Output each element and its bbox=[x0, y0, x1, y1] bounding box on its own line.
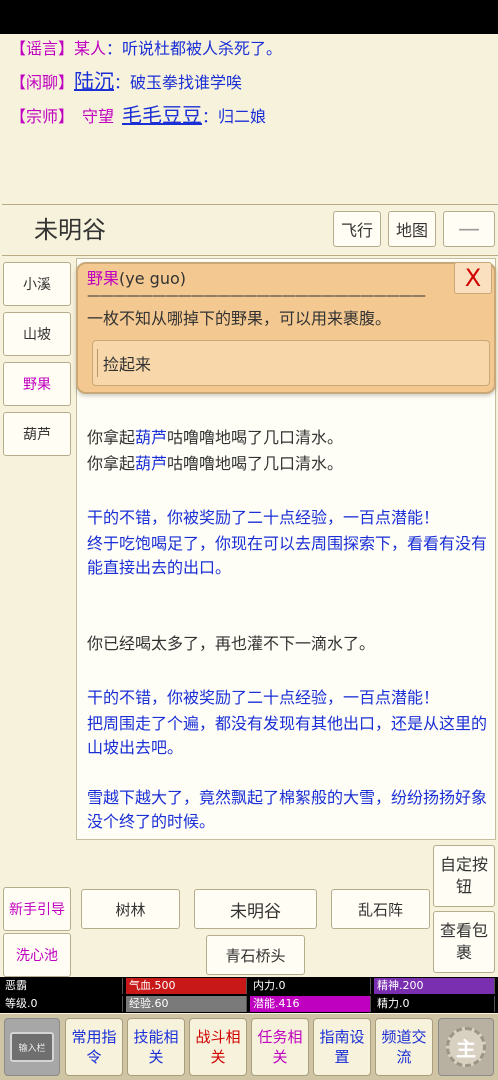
nav-skills[interactable]: 技能相关 bbox=[127, 1018, 185, 1076]
chat-speaker[interactable]: 毛毛豆豆 bbox=[122, 103, 202, 127]
stat-cell: 精神.200 bbox=[374, 978, 495, 994]
inventory-button[interactable]: 查看包裹 bbox=[433, 911, 495, 973]
chat-message: 归二娘 bbox=[218, 107, 267, 126]
stat-cell: 经验.60 bbox=[126, 996, 247, 1012]
stat-cell: 等级.0 bbox=[2, 996, 123, 1012]
item-link[interactable]: 葫芦 bbox=[135, 428, 167, 447]
nav-combat[interactable]: 战斗相关 bbox=[189, 1018, 247, 1076]
nav-quests[interactable]: 任务相关 bbox=[251, 1018, 309, 1076]
custom-button[interactable]: 自定按钮 bbox=[433, 845, 495, 907]
sidebar-item-yeguo[interactable]: 野果 bbox=[3, 362, 71, 406]
exit-center-button[interactable]: 未明谷 bbox=[194, 889, 317, 929]
chat-speaker[interactable]: 某人 bbox=[74, 39, 106, 58]
nav-guide-settings[interactable]: 指南设置 bbox=[313, 1018, 371, 1076]
sidebar-item-xiaoxi[interactable]: 小溪 bbox=[3, 262, 71, 306]
map-button[interactable]: 地图 bbox=[388, 211, 436, 247]
chat-title: 守望 bbox=[82, 107, 115, 126]
item-description: 一枚不知从哪掉下的野果，可以用来裹腹。 bbox=[87, 309, 392, 328]
keyboard-icon: 输入栏 bbox=[10, 1032, 54, 1062]
popup-title: 野果(ye guo) bbox=[87, 268, 186, 290]
exit-south-button[interactable]: 青石桥头 bbox=[206, 935, 305, 975]
item-id: (ye guo) bbox=[119, 269, 186, 288]
chat-line: 【闲聊】陆沉：破玉拳找谁学唉 bbox=[10, 70, 242, 94]
exit-west-button[interactable]: 树林 bbox=[81, 889, 180, 929]
channel-tag: 【闲聊】 bbox=[10, 73, 75, 92]
master-icon: 主 bbox=[446, 1027, 486, 1067]
log-line: 你已经喝太多了，再也灌不下一滴水了。 bbox=[87, 634, 376, 653]
log-line: 你拿起葫芦咕噜噜地喝了几口清水。 bbox=[87, 454, 344, 473]
item-link[interactable]: 葫芦 bbox=[135, 454, 167, 473]
chat-line: 【谣言】某人：听说杜都被人杀死了。 bbox=[10, 38, 282, 60]
chat-message: 破玉拳找谁学唉 bbox=[130, 73, 243, 92]
log-line: 干的不错，你被奖励了二十点经验，一百点潜能！ bbox=[87, 688, 440, 707]
fly-button[interactable]: 飞行 bbox=[333, 211, 381, 247]
sidebar-item-shanpo[interactable]: 山坡 bbox=[3, 312, 71, 356]
stat-cell: 内力.0 bbox=[250, 978, 371, 994]
chat-sep: ： bbox=[202, 107, 219, 126]
minimize-button[interactable]: — bbox=[443, 211, 495, 247]
stat-cell: 恶霸 bbox=[2, 978, 123, 994]
channel-tag: 【宗师】 bbox=[10, 107, 75, 126]
pickup-button[interactable]: 捡起来 bbox=[92, 340, 490, 386]
close-button[interactable]: X bbox=[454, 262, 492, 294]
chat-speaker[interactable]: 陆沉 bbox=[74, 69, 114, 93]
nav-common-commands[interactable]: 常用指令 bbox=[65, 1018, 123, 1076]
log-line: 干的不错，你被奖励了二十点经验，一百点潜能！ bbox=[87, 508, 440, 527]
chat-sep: ： bbox=[114, 73, 131, 92]
stat-cell: 精力.0 bbox=[374, 996, 495, 1012]
chat-line: 【宗师】 守望 毛毛豆豆：归二娘 bbox=[10, 104, 266, 128]
item-name: 野果 bbox=[87, 269, 120, 288]
sidebar-item-hulu[interactable]: 葫芦 bbox=[3, 412, 71, 456]
stat-cell: 气血.500 bbox=[126, 978, 247, 994]
log-line: 把周围走了个遍，都没有发现有其他出口，还是从这里的山坡出去吧。 bbox=[87, 714, 488, 757]
chat-message: 听说杜都被人杀死了。 bbox=[122, 39, 283, 58]
stat-cell: 潜能.416 bbox=[250, 996, 371, 1012]
status-bar bbox=[0, 0, 498, 34]
chat-sep: ： bbox=[106, 39, 123, 58]
master-button[interactable]: 主 bbox=[438, 1018, 494, 1076]
log-line: 雪越下越大了，竟然飘起了棉絮般的大雪，纷纷扬扬好象没个终了的时候。 bbox=[87, 788, 488, 831]
popup-divider: —————————————————————————— bbox=[87, 288, 426, 304]
channel-tag: 【谣言】 bbox=[10, 39, 75, 58]
newbie-guide-button[interactable]: 新手引导 bbox=[3, 887, 71, 931]
input-toggle-button[interactable]: 输入栏 bbox=[4, 1018, 60, 1076]
room-title: 未明谷 bbox=[34, 216, 106, 244]
log-line: 你拿起葫芦咕噜噜地喝了几口清水。 bbox=[87, 428, 344, 447]
xixinchi-button[interactable]: 洗心池 bbox=[3, 933, 71, 977]
log-line: 终于吃饱喝足了，你现在可以去周围探索下，看看有没有能直接出去的出口。 bbox=[87, 534, 488, 577]
exit-east-button[interactable]: 乱石阵 bbox=[331, 889, 430, 929]
nav-channels[interactable]: 频道交流 bbox=[375, 1018, 433, 1076]
